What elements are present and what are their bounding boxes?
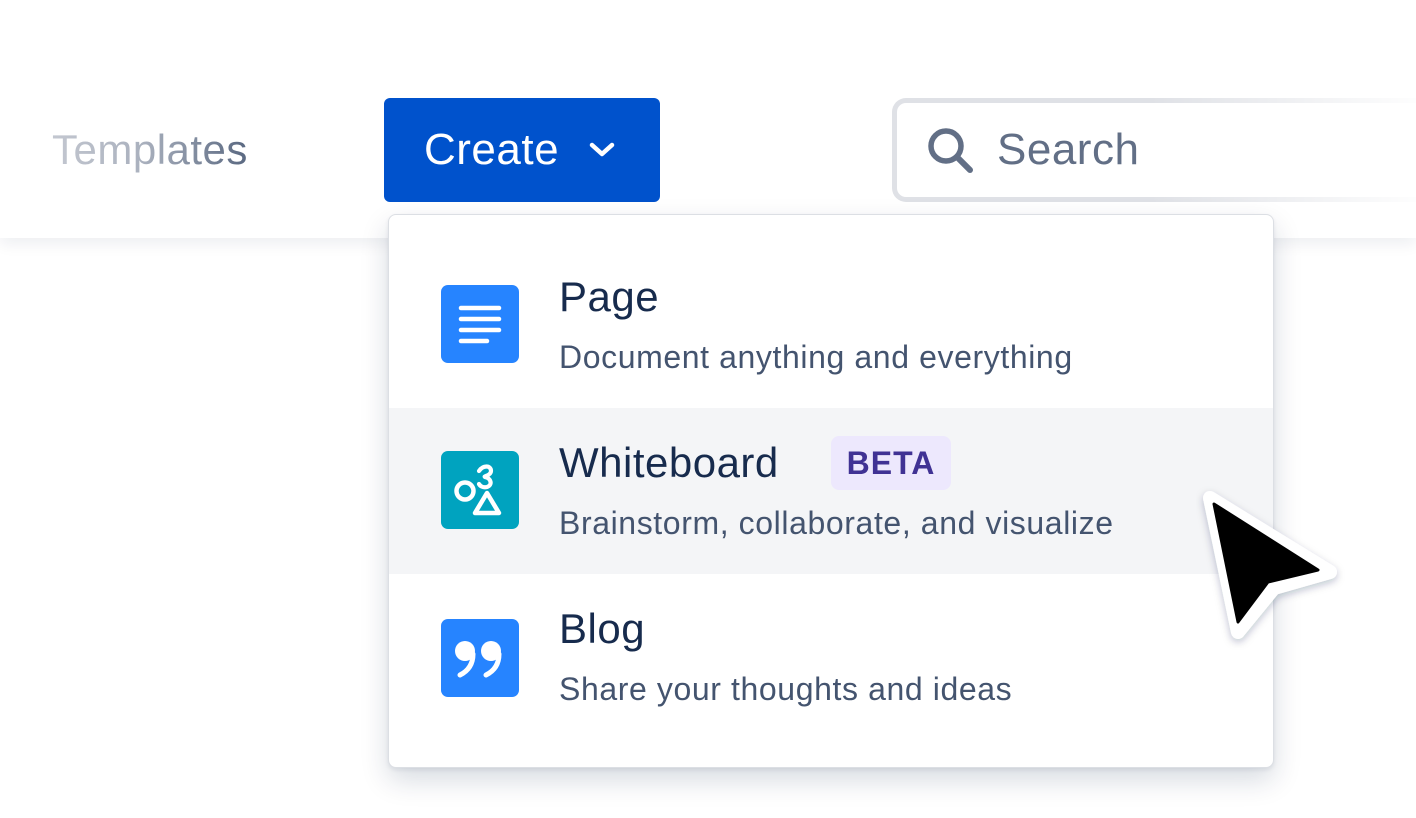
menu-item-title: Whiteboard — [559, 439, 779, 486]
chevron-down-icon — [587, 135, 617, 165]
search-input[interactable] — [995, 124, 1379, 176]
menu-item-page[interactable]: Page Document anything and everything — [389, 242, 1273, 408]
beta-badge: BETA — [831, 436, 951, 490]
create-button-label: Create — [424, 125, 560, 174]
menu-item-description: Document anything and everything — [559, 339, 1073, 375]
menu-item-title: Blog — [559, 605, 646, 652]
page-lines-icon — [441, 285, 519, 363]
create-button[interactable]: Create — [384, 98, 660, 202]
menu-item-whiteboard[interactable]: Whiteboard BETA Brainstorm, collaborate,… — [389, 408, 1273, 574]
app-stage: Templates Create Search Page Document an… — [0, 0, 1416, 818]
whiteboard-shapes-icon — [441, 451, 519, 529]
menu-item-blog[interactable]: Blog Share your thoughts and ideas — [389, 574, 1273, 740]
quote-icon — [441, 619, 519, 697]
menu-item-description: Brainstorm, collaborate, and visualize — [559, 505, 1114, 541]
menu-item-title: Page — [559, 273, 660, 320]
create-dropdown-menu: Page Document anything and everything Wh… — [388, 214, 1274, 768]
search-field[interactable] — [892, 98, 1416, 202]
menu-item-description: Share your thoughts and ideas — [559, 671, 1013, 707]
search-icon — [925, 125, 975, 175]
nav-templates-link[interactable]: Templates — [52, 124, 248, 176]
